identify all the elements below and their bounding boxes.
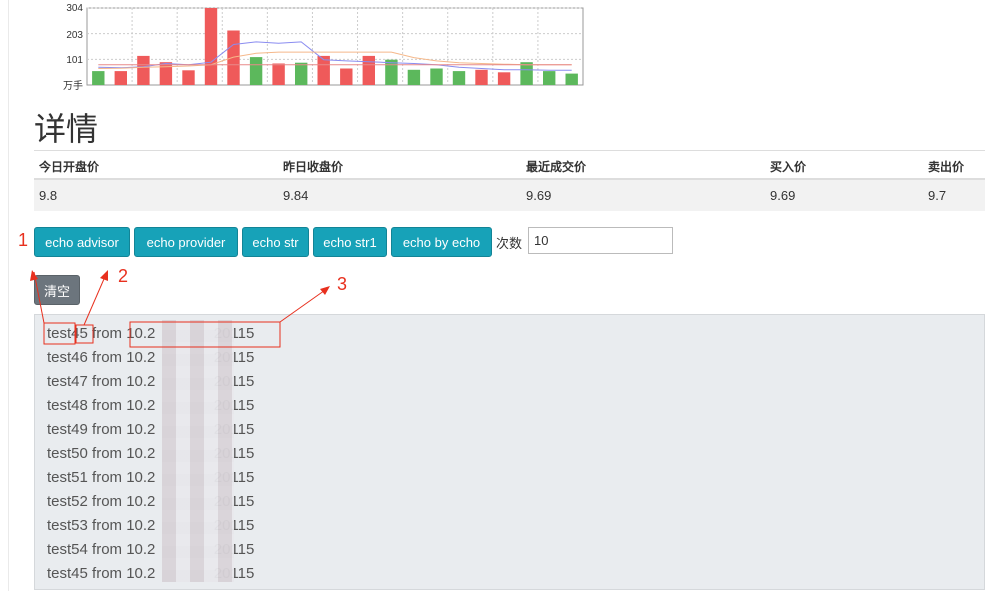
volume-bar bbox=[497, 72, 511, 85]
col-open-price: 今日开盘价 bbox=[39, 160, 100, 174]
y-tick-label: 101 bbox=[66, 55, 83, 66]
echo-by-echo-button[interactable]: echo by echo bbox=[391, 227, 492, 257]
y-tick-label: 304 bbox=[66, 3, 83, 14]
prev-close-value: 9.84 bbox=[283, 188, 309, 203]
last-price-value: 9.69 bbox=[526, 188, 552, 203]
volume-bar bbox=[565, 73, 578, 85]
volume-bar bbox=[92, 71, 105, 85]
table-row: 9.8 9.84 9.69 9.69 9.7 bbox=[34, 180, 985, 211]
redacted-ip-mosaic bbox=[162, 320, 234, 582]
count-label: 次数 bbox=[496, 237, 523, 252]
count-input[interactable] bbox=[528, 227, 673, 254]
col-bid-price: 买入价 bbox=[770, 160, 807, 174]
clear-button[interactable]: 清空 bbox=[34, 275, 80, 305]
volume-bar bbox=[295, 62, 308, 85]
volume-bar bbox=[249, 57, 263, 85]
volume-bar bbox=[114, 71, 127, 85]
echo-provider-button[interactable]: echo provider bbox=[134, 227, 238, 257]
arrowhead-3 bbox=[320, 286, 330, 295]
col-last-price: 最近成交价 bbox=[526, 160, 587, 174]
echo-str1-button[interactable]: echo str1 bbox=[313, 227, 387, 257]
arrowhead-2 bbox=[100, 270, 108, 281]
volume-bar bbox=[475, 69, 488, 85]
open-price-value: 9.8 bbox=[39, 188, 58, 203]
annotation-label-1: 1 bbox=[18, 230, 29, 250]
volume-bar bbox=[543, 71, 556, 85]
volume-chart: 304 203 101 万手 bbox=[63, 3, 584, 92]
volume-bar bbox=[430, 68, 443, 85]
volume-bar bbox=[520, 62, 533, 85]
volume-bar bbox=[340, 68, 353, 85]
quote-table: 今日开盘价 昨日收盘价 最近成交价 买入价 卖出价 9.8 9.84 9.69 … bbox=[34, 150, 985, 211]
quote-table-header: 今日开盘价 昨日收盘价 最近成交价 买入价 卖出价 bbox=[34, 150, 985, 180]
volume-bar bbox=[137, 55, 150, 85]
volume-bar bbox=[159, 62, 173, 85]
col-ask-price: 卖出价 bbox=[928, 160, 965, 174]
volume-bar bbox=[385, 59, 398, 85]
volume-bar bbox=[182, 70, 195, 85]
annotation-label-3: 3 bbox=[337, 274, 348, 294]
volume-bar bbox=[452, 71, 466, 85]
y-unit-label: 万手 bbox=[63, 79, 83, 92]
echo-advisor-button[interactable]: echo advisor bbox=[34, 227, 130, 257]
ask-price-value: 9.7 bbox=[928, 188, 947, 203]
col-prev-close: 昨日收盘价 bbox=[283, 160, 344, 174]
annotation-label-2: 2 bbox=[118, 266, 129, 286]
details-title: 详情 bbox=[34, 110, 99, 148]
volume-bar bbox=[407, 69, 421, 85]
volume-bar bbox=[272, 63, 285, 85]
echo-str-button[interactable]: echo str bbox=[242, 227, 309, 257]
y-tick-label: 203 bbox=[66, 30, 83, 41]
volume-bar bbox=[362, 55, 375, 85]
bid-price-value: 9.69 bbox=[770, 188, 796, 203]
volume-bar bbox=[227, 30, 240, 85]
volume-bar bbox=[204, 8, 218, 85]
